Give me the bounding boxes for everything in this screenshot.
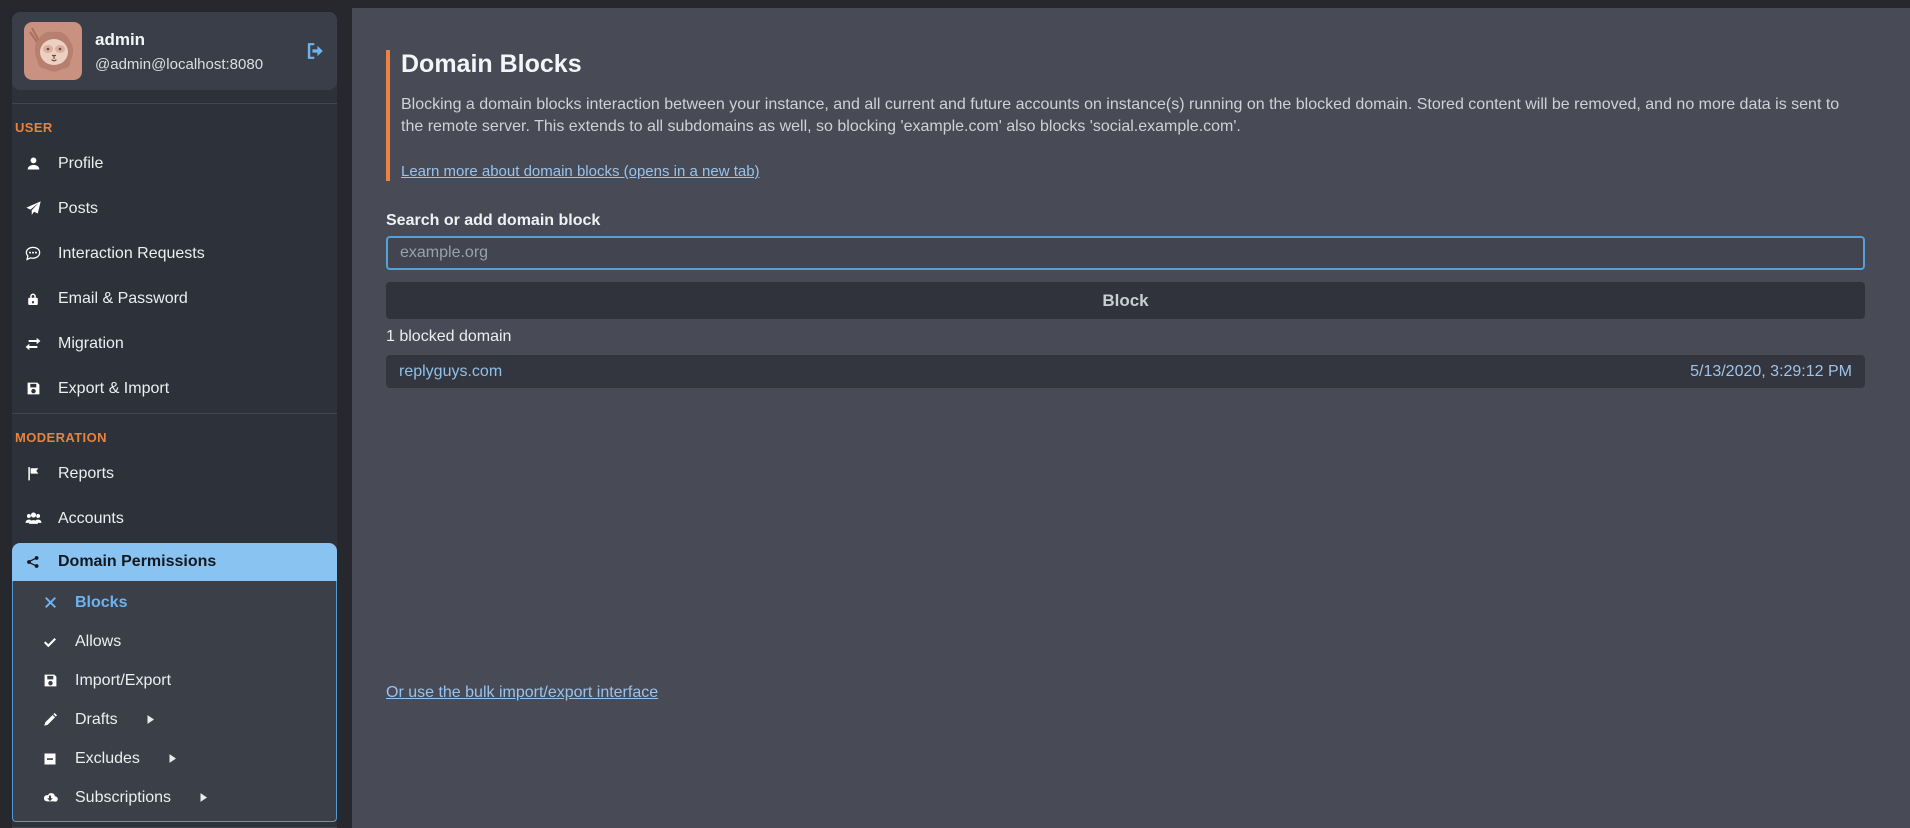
- section-label-user: USER: [15, 120, 337, 135]
- sidebar: admin @admin@localhost:8080 USER P: [12, 12, 337, 828]
- divider: [12, 413, 337, 414]
- check-icon: [40, 635, 60, 649]
- lock-icon: [23, 292, 43, 306]
- divider: [12, 103, 337, 104]
- submenu-item-allows[interactable]: Allows: [13, 622, 336, 661]
- sidebar-item-label: Profile: [58, 155, 103, 173]
- sidebar-item-migration[interactable]: Migration: [12, 321, 337, 366]
- pencil-icon: [40, 713, 60, 727]
- submenu-item-subscriptions[interactable]: Subscriptions: [13, 778, 336, 817]
- sidebar-item-email-password[interactable]: Email & Password: [12, 276, 337, 321]
- section-label-moderation: MODERATION: [15, 430, 337, 445]
- floppy-save-icon: [40, 673, 60, 688]
- blocked-domain-link[interactable]: replyguys.com: [399, 363, 502, 381]
- settings-app: admin @admin@localhost:8080 USER P: [0, 0, 1910, 828]
- user-name: admin: [95, 30, 292, 50]
- minus-square-icon: [40, 752, 60, 766]
- page-description: Blocking a domain blocks interaction bet…: [401, 94, 1865, 139]
- submenu-item-label: Drafts: [75, 711, 118, 729]
- user-icon: [23, 156, 43, 171]
- caret-right-icon: [198, 792, 209, 803]
- logout-button[interactable]: [305, 41, 325, 61]
- block-button[interactable]: Block: [386, 282, 1865, 319]
- submenu-item-import-export[interactable]: Import/Export: [13, 661, 336, 700]
- submenu-item-blocks[interactable]: Blocks: [13, 583, 336, 622]
- caret-right-icon: [167, 753, 178, 764]
- main-content: Domain Blocks Blocking a domain blocks i…: [352, 8, 1910, 828]
- sidebar-item-posts[interactable]: Posts: [12, 186, 337, 231]
- x-icon: [40, 596, 60, 609]
- search-label: Search or add domain block: [386, 212, 1865, 230]
- submenu-item-label: Blocks: [75, 594, 127, 612]
- sidebar-item-label: Interaction Requests: [58, 245, 205, 263]
- share-nodes-icon: [23, 555, 43, 569]
- domain-search-input[interactable]: [386, 236, 1865, 270]
- sign-out-icon: [305, 41, 325, 61]
- sidebar-item-label: Posts: [58, 200, 98, 218]
- blocked-domain-timestamp: 5/13/2020, 3:29:12 PM: [1690, 363, 1852, 381]
- sidebar-item-domain-permissions[interactable]: Domain Permissions: [12, 543, 337, 581]
- exchange-arrows-icon: [23, 336, 43, 352]
- caret-right-icon: [145, 714, 156, 725]
- comment-dots-icon: [23, 246, 43, 262]
- sidebar-item-label: Reports: [58, 465, 114, 483]
- sidebar-item-label: Accounts: [58, 510, 124, 528]
- user-card[interactable]: admin @admin@localhost:8080: [12, 12, 337, 90]
- page-title: Domain Blocks: [401, 50, 1865, 79]
- sidebar-item-accounts[interactable]: Accounts: [12, 496, 337, 541]
- users-icon: [23, 511, 43, 526]
- domain-permissions-submenu: Blocks Allows Import/Export: [12, 581, 337, 822]
- blocked-domain-row[interactable]: replyguys.com 5/13/2020, 3:29:12 PM: [386, 355, 1865, 388]
- sidebar-item-label: Email & Password: [58, 290, 188, 308]
- submenu-item-drafts[interactable]: Drafts: [13, 700, 336, 739]
- sidebar-item-label: Migration: [58, 335, 124, 353]
- learn-more-link[interactable]: Learn more about domain blocks (opens in…: [401, 163, 760, 180]
- submenu-item-label: Subscriptions: [75, 789, 171, 807]
- submenu-item-label: Import/Export: [75, 672, 171, 690]
- page-header: Domain Blocks Blocking a domain blocks i…: [386, 50, 1865, 181]
- flag-icon: [23, 466, 43, 481]
- sidebar-item-label: Domain Permissions: [58, 553, 216, 571]
- paper-plane-icon: [23, 201, 43, 216]
- sidebar-item-interaction-requests[interactable]: Interaction Requests: [12, 231, 337, 276]
- user-handle: @admin@localhost:8080: [95, 56, 292, 73]
- avatar: [24, 22, 82, 80]
- blocked-domain-count: 1 blocked domain: [386, 328, 1865, 346]
- floppy-save-icon: [23, 381, 43, 396]
- submenu-item-label: Allows: [75, 633, 121, 651]
- submenu-item-excludes[interactable]: Excludes: [13, 739, 336, 778]
- bulk-import-export-link[interactable]: Or use the bulk import/export interface: [386, 684, 658, 702]
- sidebar-item-profile[interactable]: Profile: [12, 141, 337, 186]
- sidebar-item-reports[interactable]: Reports: [12, 451, 337, 496]
- sidebar-item-export-import[interactable]: Export & Import: [12, 366, 337, 411]
- sidebar-item-label: Export & Import: [58, 380, 169, 398]
- submenu-item-label: Excludes: [75, 750, 140, 768]
- user-names: admin @admin@localhost:8080: [95, 30, 292, 73]
- cloud-download-icon: [40, 791, 60, 805]
